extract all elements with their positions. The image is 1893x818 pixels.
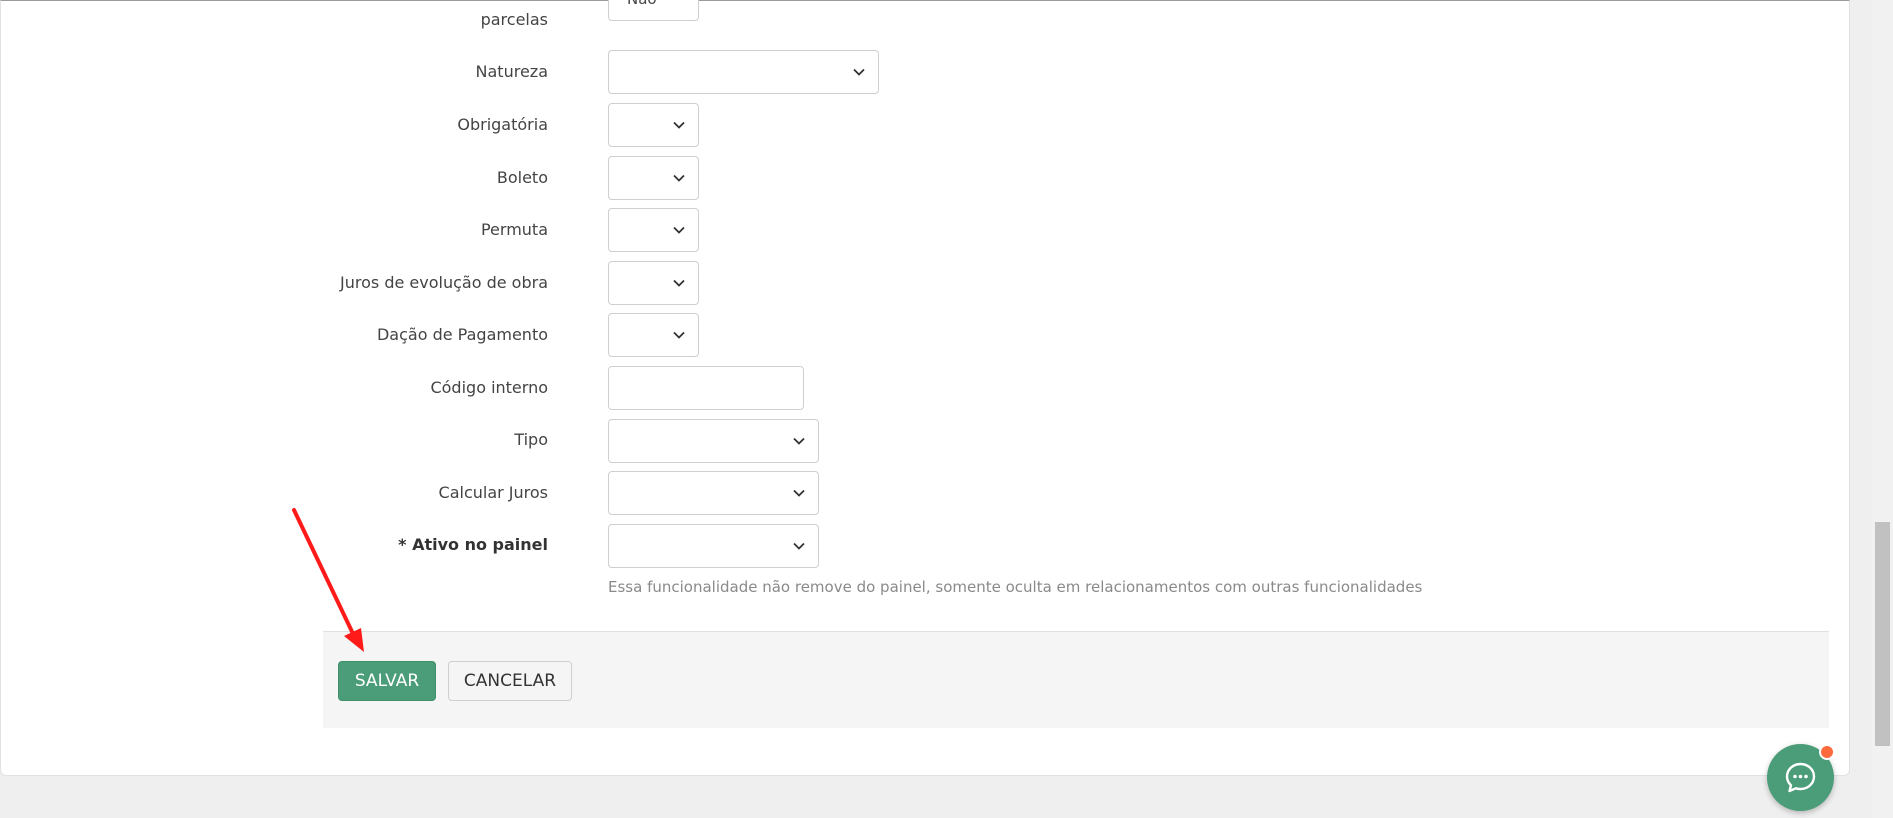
label-ativo-painel: * Ativo no painel [398, 535, 548, 554]
chevron-down-icon [673, 174, 685, 182]
form-card: parcelas Não Natureza Obrigatória Boleto… [0, 0, 1850, 776]
chat-notification-dot [1819, 744, 1835, 760]
save-button[interactable]: SALVAR [338, 661, 436, 701]
chevron-down-icon [793, 437, 805, 445]
label-juros-evolucao: Juros de evolução de obra [340, 273, 548, 292]
select-dacao-pagamento[interactable] [608, 313, 699, 357]
select-juros-evolucao[interactable] [608, 261, 699, 305]
select-parcelas-value: Não [627, 0, 657, 8]
label-boleto: Boleto [496, 168, 548, 187]
chat-bubble-icon [1785, 762, 1816, 793]
select-calcular-juros[interactable] [608, 471, 819, 515]
select-tipo[interactable] [608, 419, 819, 463]
label-natureza: Natureza [475, 62, 548, 81]
select-parcelas[interactable]: Não [608, 0, 699, 21]
label-permuta: Permuta [480, 220, 548, 239]
label-codigo-interno: Código interno [430, 378, 548, 397]
select-ativo-painel[interactable] [608, 524, 819, 568]
chevron-down-icon [673, 226, 685, 234]
chevron-down-icon [793, 542, 805, 550]
label-tipo: Tipo [514, 430, 548, 449]
chevron-down-icon [673, 331, 685, 339]
chevron-down-icon [793, 489, 805, 497]
select-obrigatoria[interactable] [608, 103, 699, 147]
label-dacao-pagamento: Dação de Pagamento [376, 325, 548, 344]
label-obrigatoria: Obrigatória [457, 115, 548, 134]
annotation-arrow [292, 508, 364, 652]
chevron-down-icon [673, 279, 685, 287]
page-scrollbar[interactable] [1872, 0, 1893, 818]
label-parcelas: parcelas [480, 10, 548, 29]
chevron-down-icon [673, 121, 685, 129]
input-codigo-interno[interactable] [608, 366, 804, 410]
cancel-button[interactable]: CANCELAR [448, 661, 572, 701]
select-boleto[interactable] [608, 156, 699, 200]
select-natureza[interactable] [608, 50, 879, 94]
scrollbar-thumb[interactable] [1875, 522, 1890, 746]
chevron-down-icon [853, 68, 865, 76]
label-calcular-juros: Calcular Juros [438, 483, 548, 502]
help-text-ativo-painel: Essa funcionalidade não remove do painel… [608, 578, 1423, 596]
select-permuta[interactable] [608, 208, 699, 252]
